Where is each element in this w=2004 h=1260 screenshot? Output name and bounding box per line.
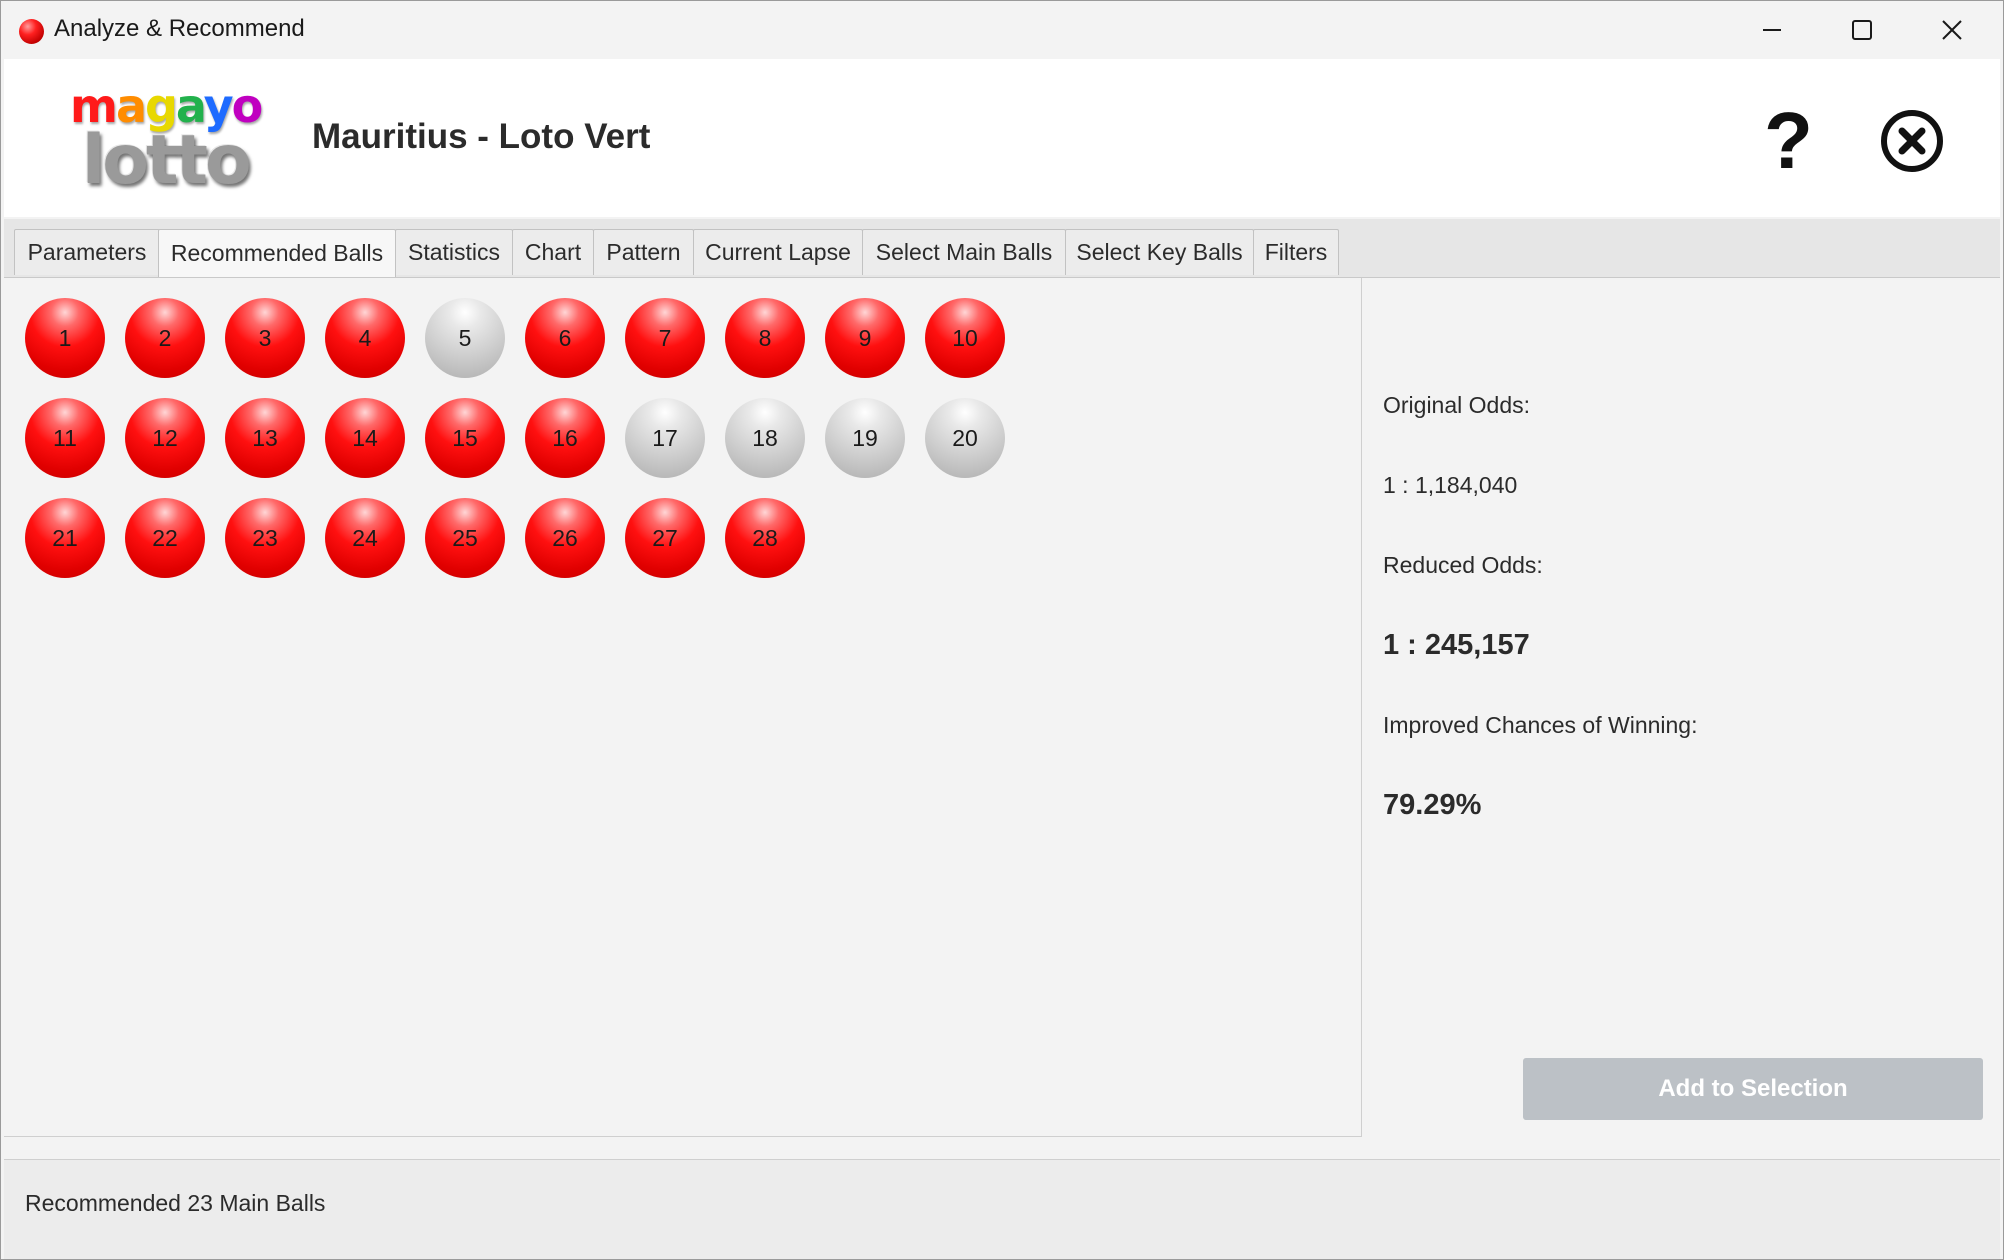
add-to-selection-button[interactable]: Add to Selection [1523,1058,1983,1120]
title-bar: Analyze & Recommend [1,1,2003,59]
tab-select-key-balls[interactable]: Select Key Balls [1065,229,1254,275]
logo-bottom-text: lotto [82,121,252,200]
ball-25[interactable]: 25 [425,498,505,578]
original-odds-label: Original Odds: [1383,392,1531,418]
status-text: Recommended 23 Main Balls [25,1190,326,1216]
minimize-icon [1763,29,1781,31]
lottery-name: Mauritius - Loto Vert [312,117,651,156]
tab-pattern[interactable]: Pattern [593,229,694,275]
tab-current-lapse[interactable]: Current Lapse [693,229,863,275]
ball-4[interactable]: 4 [325,298,405,378]
recommended-balls-panel: 1 2 3 4 5 6 7 8 9 10 11 12 13 14 15 16 17 18 19 20 21 22 23 24 2… [4,278,1362,1137]
ball-21[interactable]: 21 [25,498,105,578]
header: magayo lotto Mauritius - Loto Vert ? [4,59,2000,217]
tab-recommended-balls[interactable]: Recommended Balls [158,229,396,277]
ball-14[interactable]: 14 [325,398,405,478]
tab-statistics[interactable]: Statistics [395,229,513,275]
maximize-icon [1852,20,1872,40]
ball-8[interactable]: 8 [725,298,805,378]
reduced-odds-value: 1 : 245,157 [1383,629,1530,661]
maximize-button[interactable] [1817,1,1907,59]
ball-16[interactable]: 16 [525,398,605,478]
improved-chances-value: 79.29% [1383,789,1482,821]
ball-5[interactable]: 5 [425,298,505,378]
ball-27[interactable]: 27 [625,498,705,578]
ball-6[interactable]: 6 [525,298,605,378]
question-mark-icon[interactable]: ? [1764,101,1813,181]
tab-select-main-balls[interactable]: Select Main Balls [862,229,1066,275]
ball-7[interactable]: 7 [625,298,705,378]
ball-11[interactable]: 11 [25,398,105,478]
original-odds-value: 1 : 1,184,040 [1383,472,1518,498]
tab-parameters[interactable]: Parameters [14,229,160,275]
ball-23[interactable]: 23 [225,498,305,578]
reduced-odds-label: Reduced Odds: [1383,552,1543,578]
improved-chances-label: Improved Chances of Winning: [1383,712,1698,738]
ball-10[interactable]: 10 [925,298,1005,378]
status-bar: Recommended 23 Main Balls [4,1159,2000,1259]
tab-filters[interactable]: Filters [1253,229,1339,275]
ball-24[interactable]: 24 [325,498,405,578]
ball-1[interactable]: 1 [25,298,105,378]
ball-13[interactable]: 13 [225,398,305,478]
app-window: Analyze & Recommend magayo lotto Mauriti… [0,0,2004,1260]
ball-28[interactable]: 28 [725,498,805,578]
ball-22[interactable]: 22 [125,498,205,578]
ball-15[interactable]: 15 [425,398,505,478]
ball-17[interactable]: 17 [625,398,705,478]
ball-12[interactable]: 12 [125,398,205,478]
ball-19[interactable]: 19 [825,398,905,478]
window-title: Analyze & Recommend [54,15,305,42]
tab-chart[interactable]: Chart [512,229,594,275]
circle-x-icon[interactable] [1880,109,1944,173]
magayo-lotto-logo: magayo lotto [66,83,266,203]
red-ball-icon [19,19,44,44]
ball-26[interactable]: 26 [525,498,605,578]
ball-9[interactable]: 9 [825,298,905,378]
ball-2[interactable]: 2 [125,298,205,378]
tab-strip: Parameters Recommended Balls Statistics … [4,219,2000,278]
ball-18[interactable]: 18 [725,398,805,478]
ball-3[interactable]: 3 [225,298,305,378]
odds-info-panel: Original Odds: 1 : 1,184,040 Reduced Odd… [1363,278,2001,1136]
minimize-button[interactable] [1727,1,1817,59]
close-button[interactable] [1907,1,1997,59]
ball-20[interactable]: 20 [925,398,1005,478]
close-icon [1942,20,1962,40]
